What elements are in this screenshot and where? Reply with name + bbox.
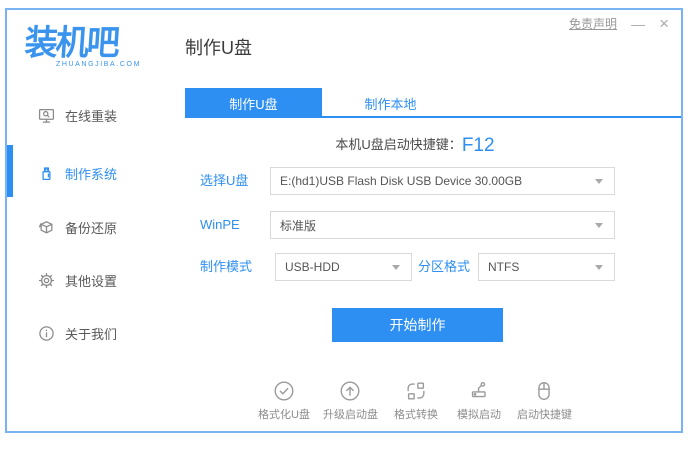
chevron-down-icon	[595, 222, 603, 228]
mode-label: 制作模式	[200, 259, 253, 274]
sidebar-item-label: 其他设置	[65, 273, 118, 289]
tool-upgrade-boot-disk[interactable]: 升级启动盘	[323, 379, 378, 422]
chevron-down-icon	[595, 178, 603, 184]
tool-boot-hotkey[interactable]: 启动快捷键	[517, 379, 572, 422]
app-logo: 装机吧 ZHUANGJIBA.COM	[23, 16, 145, 68]
check-circle-icon	[272, 379, 296, 403]
tool-label: 格式化U盘	[258, 409, 310, 421]
usb-select-row: 选择U盘 E:(hd1)USB Flash Disk USB Device 30…	[185, 167, 645, 195]
usb-select-dropdown[interactable]: E:(hd1)USB Flash Disk USB Device 30.00GB	[270, 167, 615, 195]
winpe-value: 标准版	[280, 218, 317, 233]
app-window: 装机吧 ZHUANGJIBA.COM 制作U盘 免责声明 — × 在线重装 制作…	[5, 8, 683, 433]
convert-icon	[404, 379, 428, 403]
sidebar-item-label: 制作系统	[65, 166, 118, 182]
chevron-down-icon	[595, 264, 603, 270]
close-button[interactable]: ×	[659, 15, 669, 32]
arrow-up-circle-icon	[338, 379, 362, 403]
chevron-down-icon	[392, 264, 400, 270]
usb-drive-icon	[38, 165, 55, 182]
sidebar-item-other-settings[interactable]: 其他设置	[38, 269, 168, 291]
partition-value: NTFS	[488, 260, 520, 274]
sidebar-item-online-reinstall[interactable]: 在线重装	[38, 104, 168, 126]
start-make-button[interactable]: 开始制作	[332, 308, 503, 342]
sidebar-item-label: 在线重装	[65, 108, 118, 124]
boot-hotkey-value: F12	[461, 135, 495, 156]
sidebar-active-indicator	[7, 145, 13, 197]
boot-hotkey-label: 本机U盘启动快捷键：	[335, 137, 462, 152]
usb-select-value: E:(hd1)USB Flash Disk USB Device 30.00GB	[280, 174, 523, 188]
tool-label: 模拟启动	[456, 409, 501, 421]
sidebar-item-make-system[interactable]: 制作系统	[38, 162, 168, 184]
tool-label: 启动快捷键	[516, 409, 572, 421]
partition-dropdown[interactable]: NTFS	[478, 253, 615, 281]
sidebar-item-backup-restore[interactable]: 备份还原	[38, 216, 168, 238]
backup-box-icon	[38, 219, 55, 236]
tool-format-usb[interactable]: 格式化U盘	[258, 379, 310, 422]
usb-select-label: 选择U盘	[200, 173, 249, 188]
gear-icon	[38, 272, 55, 289]
winpe-row: WinPE 标准版	[185, 211, 645, 239]
sidebar-item-label: 关于我们	[65, 326, 118, 342]
tool-label: 格式转换	[393, 409, 438, 421]
stamp-icon	[467, 379, 491, 403]
monitor-search-icon	[38, 107, 55, 124]
main-content: 本机U盘启动快捷键：F12 选择U盘 E:(hd1)USB Flash Disk…	[185, 10, 645, 431]
mode-value: USB-HDD	[285, 260, 340, 274]
winpe-label: WinPE	[200, 217, 240, 232]
mode-partition-row: 制作模式 USB-HDD 分区格式 NTFS	[185, 253, 645, 281]
boot-hotkey-line: 本机U盘启动快捷键：F12	[185, 134, 645, 157]
bottom-toolbar: 格式化U盘 升级启动盘 格式转换 模拟启动 启动快捷键	[185, 379, 645, 422]
sidebar-item-label: 备份还原	[65, 220, 118, 236]
tool-format-convert[interactable]: 格式转换	[391, 379, 441, 422]
logo-text: 装机吧	[23, 23, 120, 63]
mode-dropdown[interactable]: USB-HDD	[275, 253, 412, 281]
info-icon	[38, 325, 55, 342]
mouse-icon	[532, 379, 556, 403]
winpe-dropdown[interactable]: 标准版	[270, 211, 615, 239]
tool-label: 升级启动盘	[322, 409, 378, 421]
tool-simulate-boot[interactable]: 模拟启动	[454, 379, 504, 422]
partition-label: 分区格式	[418, 259, 471, 274]
sidebar-item-about-us[interactable]: 关于我们	[38, 322, 168, 344]
